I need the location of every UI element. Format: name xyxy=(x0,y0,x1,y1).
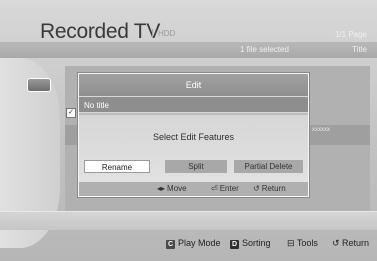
dialog-body: Select Edit Features Rename Split Partia… xyxy=(79,115,308,196)
play-mode-hint[interactable]: C Play Mode xyxy=(166,237,221,250)
header-subline: 1 file selected Title xyxy=(0,44,377,56)
dialog-prompt: Select Edit Features xyxy=(152,132,235,142)
partial-delete-button[interactable]: Partial Delete xyxy=(234,160,303,173)
split-button[interactable]: Split xyxy=(165,160,227,173)
enter-icon: ⏎ xyxy=(211,184,218,193)
play-mode-label: Play Mode xyxy=(178,238,221,248)
sorting-hint[interactable]: D Sorting xyxy=(230,237,271,250)
hint-return: ↺ Return xyxy=(253,182,286,196)
tools-hint[interactable]: ⊟ Tools xyxy=(287,237,318,250)
c-key-icon: C xyxy=(166,240,175,249)
return-label: Return xyxy=(342,238,370,248)
rename-button[interactable]: Rename xyxy=(84,160,150,173)
page-title: Recorded TV xyxy=(40,20,161,43)
tools-label: Tools xyxy=(296,238,318,248)
hint-return-label: Return xyxy=(261,184,286,193)
hint-enter: ⏎ Enter xyxy=(211,182,239,196)
hint-enter-label: Enter xyxy=(219,184,239,193)
sorting-label: Sorting xyxy=(242,238,271,248)
sort-label: Title xyxy=(352,45,367,54)
page-indicator: 1/1 Page xyxy=(334,30,367,39)
return-icon: ↺ xyxy=(332,238,343,248)
selected-count: 1 file selected xyxy=(240,45,289,54)
dialog-hints: ◂▸ Move ⏎ Enter ↺ Return xyxy=(79,182,308,196)
dialog-title: Edit xyxy=(79,74,308,96)
source-label: HDD xyxy=(152,29,175,38)
d-key-icon: D xyxy=(230,240,239,249)
move-arrows-icon: ◂▸ xyxy=(157,184,166,193)
checkbox-icon[interactable]: ✓ xyxy=(66,108,76,118)
return-hint[interactable]: ↺ Return xyxy=(332,237,369,250)
edit-dialog: Edit No title Select Edit Features Renam… xyxy=(78,73,309,197)
tools-icon: ⊟ xyxy=(287,238,297,248)
hint-move-label: Move xyxy=(167,184,187,193)
recorded-tv-screen: Recorded TV HDD 1/1 Page 1 file selected… xyxy=(0,0,377,261)
return-icon: ↺ xyxy=(253,184,260,193)
footer-bar: C Play Mode D Sorting ⊟ Tools ↺ Return xyxy=(0,237,377,250)
hint-move: ◂▸ Move xyxy=(157,182,187,196)
folder-button[interactable] xyxy=(27,78,51,92)
bottom-band xyxy=(0,211,377,230)
list-item-label: xxxxxx xyxy=(312,127,330,133)
dialog-item-name: No title xyxy=(79,96,308,113)
